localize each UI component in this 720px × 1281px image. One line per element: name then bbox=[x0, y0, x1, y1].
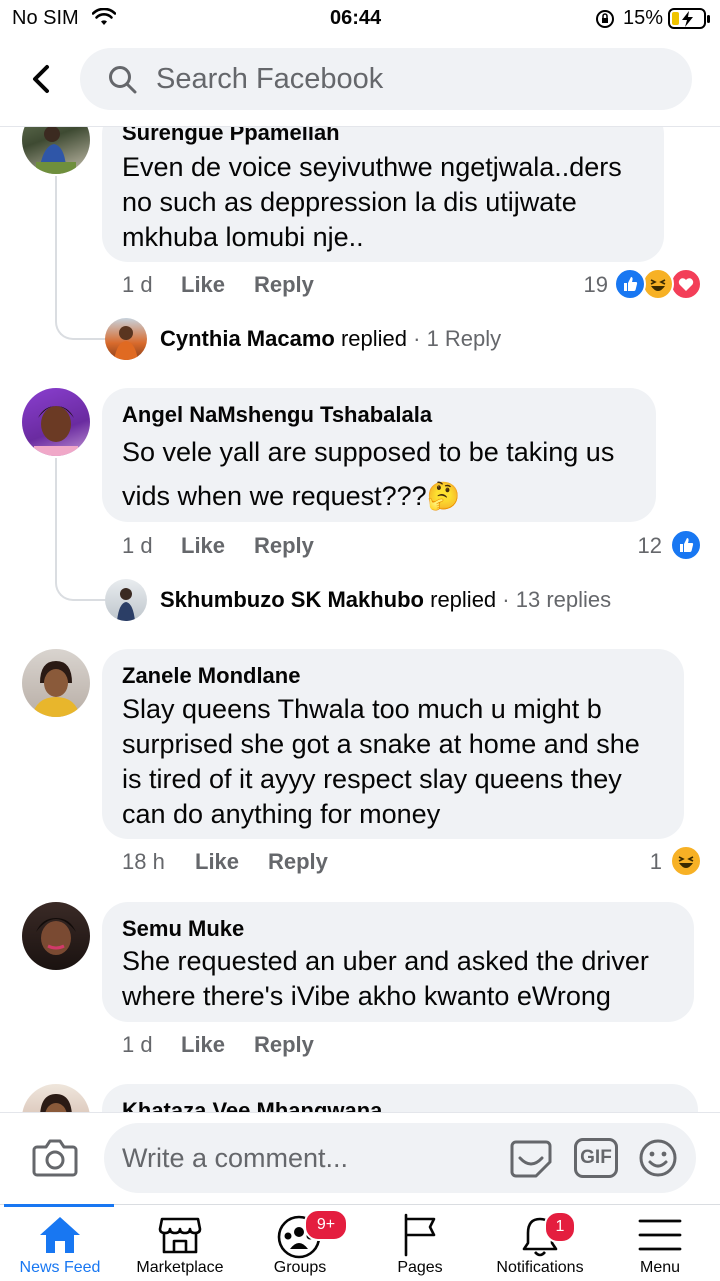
gif-label: GIF bbox=[580, 1147, 612, 1168]
tab-notifications[interactable]: 1 Notifications bbox=[480, 1205, 600, 1281]
comment-timestamp: 1 d bbox=[122, 1032, 153, 1057]
comment-timestamp: 1 d bbox=[122, 272, 153, 297]
like-button[interactable]: Like bbox=[181, 533, 225, 559]
avatar[interactable] bbox=[105, 579, 147, 621]
tab-pages[interactable]: Pages bbox=[360, 1205, 480, 1281]
avatar[interactable] bbox=[22, 902, 90, 970]
tab-menu[interactable]: Menu bbox=[600, 1205, 720, 1281]
reply-button[interactable]: Reply bbox=[268, 849, 328, 875]
search-header bbox=[0, 40, 720, 127]
camera-icon[interactable] bbox=[32, 1137, 78, 1177]
comment-author[interactable]: Zanele Mondlane bbox=[122, 663, 300, 689]
status-time: 06:44 bbox=[330, 7, 382, 29]
avatar[interactable] bbox=[105, 318, 147, 360]
status-bar: No SIM 06:44 15% bbox=[0, 0, 720, 40]
like-reaction-icon bbox=[670, 529, 702, 561]
menu-icon bbox=[638, 1219, 682, 1251]
sticker-icon[interactable] bbox=[508, 1136, 554, 1180]
thread-connector bbox=[55, 458, 107, 601]
like-button[interactable]: Like bbox=[181, 272, 225, 298]
battery-percentage: 15% bbox=[623, 7, 664, 29]
comment-bubble[interactable]: Semu Muke She requested an uber and aske… bbox=[102, 902, 694, 1022]
avatar-photo bbox=[114, 326, 138, 360]
tab-label: Menu bbox=[639, 1259, 681, 1276]
active-tab-indicator bbox=[4, 1204, 114, 1207]
tab-news-feed[interactable]: News Feed bbox=[0, 1204, 120, 1281]
reply-button[interactable]: Reply bbox=[254, 272, 314, 298]
comment-text: So vele yall are supposed to be taking u… bbox=[122, 437, 615, 511]
search-icon bbox=[109, 66, 137, 94]
haha-reaction-icon bbox=[642, 268, 674, 300]
comment-timestamp: 18 h bbox=[122, 849, 165, 874]
like-button[interactable]: Like bbox=[195, 849, 239, 875]
comment-input-field[interactable]: GIF bbox=[104, 1123, 696, 1193]
search-input[interactable] bbox=[156, 48, 656, 110]
carrier-label: No SIM bbox=[12, 7, 79, 29]
avatar-photo bbox=[117, 588, 135, 621]
like-button[interactable]: Like bbox=[181, 1032, 225, 1058]
avatar-photo bbox=[36, 918, 76, 955]
tab-label: Notifications bbox=[496, 1259, 584, 1276]
comment-text: Slay queens Thwala too much u might b su… bbox=[122, 694, 640, 829]
home-icon bbox=[40, 1217, 80, 1253]
comment-author[interactable]: Semu Muke bbox=[122, 916, 244, 942]
wifi-icon bbox=[92, 8, 116, 25]
view-replies-link[interactable]: Skhumbuzo SK Makhubo replied · 13 replie… bbox=[160, 587, 611, 613]
battery-icon bbox=[668, 8, 710, 29]
reply-button[interactable]: Reply bbox=[254, 1032, 314, 1058]
avatar-photo bbox=[32, 661, 80, 717]
tab-label: News Feed bbox=[19, 1259, 101, 1276]
tab-label: Marketplace bbox=[136, 1259, 224, 1276]
reaction-count[interactable]: 19 bbox=[560, 272, 608, 298]
bottom-tab-bar: News Feed Marketplace 9+ Groups Pages 1 bbox=[0, 1204, 720, 1281]
comment-author[interactable]: Angel NaMshengu Tshabalala bbox=[122, 402, 432, 428]
tab-label: Pages bbox=[397, 1259, 443, 1276]
emoji-icon[interactable] bbox=[638, 1138, 678, 1178]
view-replies-link[interactable]: Cynthia Macamo replied · 1 Reply bbox=[160, 326, 501, 352]
back-arrow-icon[interactable] bbox=[28, 64, 54, 94]
marketplace-icon bbox=[158, 1217, 202, 1254]
haha-reaction-icon bbox=[670, 845, 702, 877]
avatar[interactable] bbox=[22, 388, 90, 456]
avatar[interactable] bbox=[22, 649, 90, 717]
comment-text: She requested an uber and asked the driv… bbox=[122, 946, 649, 1011]
orientation-lock-icon bbox=[596, 10, 614, 28]
thread-connector bbox=[55, 176, 107, 340]
comment-bubble[interactable]: Angel NaMshengu Tshabalala So vele yall … bbox=[102, 388, 656, 522]
reply-button[interactable]: Reply bbox=[254, 533, 314, 559]
comment-timestamp: 1 d bbox=[122, 533, 153, 558]
comment-bubble[interactable]: Zanele Mondlane Slay queens Thwala too m… bbox=[102, 649, 684, 839]
like-reaction-icon bbox=[614, 268, 646, 300]
pages-icon bbox=[404, 1213, 436, 1257]
love-reaction-icon bbox=[670, 268, 702, 300]
comment-input[interactable] bbox=[122, 1123, 482, 1193]
reaction-count[interactable]: 12 bbox=[614, 533, 662, 559]
notifications-badge: 1 bbox=[544, 1211, 576, 1243]
tab-label: Groups bbox=[273, 1259, 327, 1276]
reaction-count[interactable]: 1 bbox=[614, 849, 662, 875]
gif-button[interactable]: GIF bbox=[574, 1138, 618, 1178]
comment-composer: GIF bbox=[0, 1112, 720, 1205]
comment-text: Even de voice seyivuthwe ngetjwala..ders… bbox=[122, 152, 622, 252]
tab-groups[interactable]: 9+ Groups bbox=[240, 1205, 360, 1281]
search-bar[interactable] bbox=[80, 48, 692, 110]
tab-marketplace[interactable]: Marketplace bbox=[120, 1205, 240, 1281]
groups-badge: 9+ bbox=[304, 1209, 348, 1241]
avatar-photo bbox=[34, 406, 78, 456]
comment-bubble[interactable]: Surengue Ppamellah Even de voice seyivut… bbox=[102, 108, 664, 262]
